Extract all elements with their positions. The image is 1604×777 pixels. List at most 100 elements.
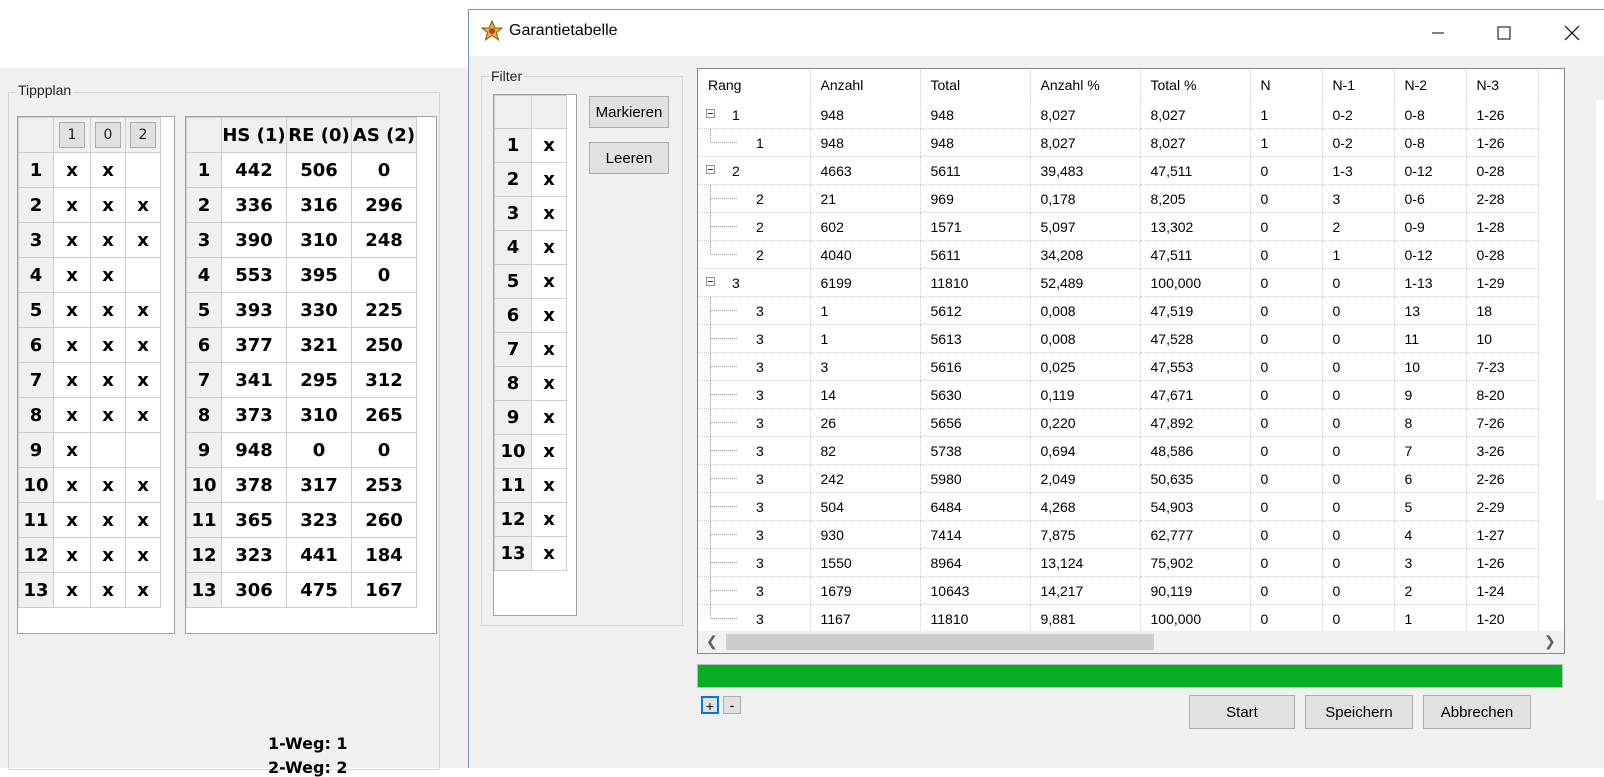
table-row[interactable]: 1 948 948 8,027 8,027 1 0-2 0-8 1-26 — [698, 101, 1539, 129]
scroll-right-icon[interactable]: ❯ — [1544, 633, 1556, 650]
filter-cell[interactable]: x — [531, 468, 567, 503]
table-row[interactable]: 3 1550 8964 13,124 75,902 0 0 3 1-26 — [698, 548, 1539, 577]
table-row[interactable]: 1 948 948 8,027 8,027 1 0-2 0-8 1-26 — [698, 128, 1539, 157]
table-row[interactable]: 3 3 5616 0,025 47,553 0 0 10 7-23 — [698, 352, 1539, 381]
filter-cell[interactable]: x — [531, 162, 567, 197]
minimize-button[interactable] — [1415, 10, 1461, 56]
header-button[interactable]: 1 — [59, 122, 85, 148]
table-row[interactable]: 3 1679 10643 14,217 90,119 0 0 2 1-24 — [698, 576, 1539, 605]
tipp-cell[interactable]: x — [53, 397, 91, 433]
table-row[interactable]: 3 930 7414 7,875 62,777 0 0 4 1-27 — [698, 520, 1539, 549]
table-row[interactable]: 3 82 5738 0,694 48,586 0 0 7 3-26 — [698, 436, 1539, 465]
tipp-cell[interactable]: x — [90, 327, 126, 363]
tipp-cell[interactable] — [90, 432, 126, 468]
header-button[interactable]: 2 — [130, 122, 156, 148]
tipp-cell[interactable]: x — [53, 432, 91, 468]
tree-collapse-icon[interactable] — [706, 165, 715, 174]
tree-collapse-icon[interactable] — [706, 277, 715, 286]
tipp-cell[interactable]: x — [125, 572, 161, 608]
table-row[interactable]: 3 504 6484 4,268 54,903 0 0 5 2-29 — [698, 492, 1539, 521]
table-row[interactable]: 2 4040 5611 34,208 47,511 0 1 0-12 0-28 — [698, 240, 1539, 269]
tipp-cell[interactable]: x — [53, 327, 91, 363]
table-row[interactable]: 3 6199 11810 52,489 100,000 0 0 1-13 1-29 — [698, 268, 1539, 297]
filter-cell[interactable]: x — [531, 536, 567, 571]
tipp-cell[interactable]: x — [125, 397, 161, 433]
close-button[interactable] — [1549, 10, 1595, 56]
tipp-cell[interactable]: x — [125, 537, 161, 573]
tipp-cell[interactable]: x — [90, 187, 126, 223]
tipp-cell[interactable]: x — [90, 397, 126, 433]
column-header[interactable]: N-1 — [1322, 69, 1395, 101]
filter-cell[interactable]: x — [531, 128, 567, 163]
tipp-cell[interactable]: x — [90, 537, 126, 573]
column-header[interactable]: N — [1250, 69, 1323, 101]
tipp-cell[interactable]: x — [53, 257, 91, 293]
horizontal-scrollbar[interactable]: ❮ ❯ — [698, 631, 1564, 653]
tipp-cell[interactable]: x — [53, 362, 91, 398]
tipp-cell[interactable]: x — [53, 187, 91, 223]
tipp-cell[interactable]: x — [125, 362, 161, 398]
column-header[interactable]: N-2 — [1394, 69, 1467, 101]
tipp-cell[interactable]: x — [53, 152, 91, 188]
filter-cell[interactable]: x — [531, 230, 567, 265]
table-row[interactable]: 3 242 5980 2,049 50,635 0 0 6 2-26 — [698, 464, 1539, 493]
filter-cell[interactable]: x — [531, 332, 567, 367]
header-button[interactable]: 0 — [95, 122, 121, 148]
table-row[interactable]: 3 26 5656 0,220 47,892 0 0 8 7-26 — [698, 408, 1539, 437]
maximize-button[interactable] — [1481, 10, 1527, 56]
tipp-cell[interactable]: x — [90, 152, 126, 188]
tipp-cell[interactable]: x — [90, 362, 126, 398]
tipp-cell[interactable]: x — [90, 502, 126, 538]
title-bar[interactable]: Garantietabelle — [469, 10, 1604, 56]
column-header[interactable]: 0 — [90, 117, 126, 153]
filter-cell[interactable]: x — [531, 434, 567, 469]
tipp-cell[interactable]: x — [53, 537, 91, 573]
table-row[interactable]: 3 1 5613 0,008 47,528 0 0 11 10 — [698, 324, 1539, 353]
tipp-cell[interactable] — [125, 257, 161, 293]
tipp-cell[interactable]: x — [125, 327, 161, 363]
filter-cell[interactable]: x — [531, 298, 567, 333]
tipp-cell[interactable]: x — [125, 222, 161, 258]
scroll-left-icon[interactable]: ❮ — [706, 633, 718, 650]
expand-all-button[interactable]: + — [701, 696, 719, 714]
tipp-cell[interactable] — [125, 152, 161, 188]
tipp-cell[interactable]: x — [90, 572, 126, 608]
filter-cell[interactable]: x — [531, 196, 567, 231]
abbrechen-button[interactable]: Abbrechen — [1423, 695, 1531, 729]
column-header[interactable]: Total % — [1140, 69, 1251, 101]
column-header[interactable]: 2 — [125, 117, 161, 153]
tipp-cell[interactable]: x — [53, 502, 91, 538]
table-row[interactable]: 3 1167 11810 9,881 100,000 0 0 1 1-20 — [698, 604, 1539, 633]
tipp-cell[interactable]: x — [125, 502, 161, 538]
tipp-cell[interactable] — [125, 432, 161, 468]
tipp-cell[interactable]: x — [90, 467, 126, 503]
table-row[interactable]: 3 14 5630 0,119 47,671 0 0 9 8-20 — [698, 380, 1539, 409]
tipp-cell[interactable]: x — [125, 187, 161, 223]
tipp-cell[interactable]: x — [125, 467, 161, 503]
column-header[interactable]: Rang — [698, 69, 811, 101]
tipp-cell[interactable]: x — [90, 257, 126, 293]
column-header[interactable]: 1 — [53, 117, 91, 153]
column-header[interactable]: Anzahl — [810, 69, 921, 101]
guarantee-tree-list[interactable]: Rang Anzahl Total Anzahl % Total % N N-1 N-2 N-3… — [697, 68, 1565, 654]
column-header[interactable]: N-3 — [1466, 69, 1539, 101]
tipp-cell[interactable]: x — [53, 572, 91, 608]
markieren-button[interactable]: Markieren — [589, 96, 669, 128]
speichern-button[interactable]: Speichern — [1305, 695, 1413, 729]
tipp-cell[interactable]: x — [53, 467, 91, 503]
tipp-cell[interactable]: x — [90, 292, 126, 328]
column-header[interactable]: Total — [920, 69, 1031, 101]
start-button[interactable]: Start — [1189, 695, 1295, 729]
filter-cell[interactable]: x — [531, 366, 567, 401]
scrollbar-thumb[interactable] — [726, 634, 1154, 650]
table-row[interactable]: 2 4663 5611 39,483 47,511 0 1-3 0-12 0-28 — [698, 156, 1539, 185]
leeren-button[interactable]: Leeren — [589, 142, 669, 174]
collapse-all-button[interactable]: - — [723, 696, 741, 714]
tipp-cell[interactable]: x — [125, 292, 161, 328]
tipp-cell[interactable]: x — [53, 292, 91, 328]
filter-cell[interactable]: x — [531, 264, 567, 299]
filter-cell[interactable]: x — [531, 400, 567, 435]
table-row[interactable]: 2 21 969 0,178 8,205 0 3 0-6 2-28 — [698, 184, 1539, 213]
tree-collapse-icon[interactable] — [706, 109, 715, 118]
tipp-cell[interactable]: x — [90, 222, 126, 258]
